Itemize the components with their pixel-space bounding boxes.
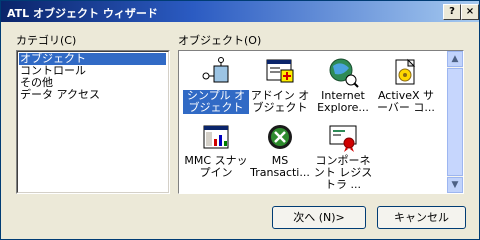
object-activex-server[interactable]: ActiveX サーバー コ... bbox=[373, 56, 439, 114]
atl-object-wizard-window: ATL オブジェクト ウィザード ? × カテゴリ(C) オブジェクト コントロ… bbox=[0, 0, 480, 240]
object-name: MS Transacti... bbox=[250, 154, 310, 179]
help-button[interactable]: ? bbox=[443, 4, 461, 20]
scroll-up-button[interactable]: ▲ bbox=[447, 51, 463, 67]
category-listbox[interactable]: オブジェクト コントロール その他 データ アクセス bbox=[16, 50, 170, 194]
object-simple[interactable]: シンプル オブジェクト bbox=[183, 56, 249, 114]
object-list[interactable]: シンプル オブジェクト アドイン オブジェクト Internet Explore… bbox=[178, 50, 464, 194]
category-item-data-access[interactable]: データ アクセス bbox=[19, 89, 166, 101]
categories-label: カテゴリ(C) bbox=[16, 34, 77, 47]
chevron-down-icon: ▼ bbox=[451, 180, 459, 190]
scroll-down-button[interactable]: ▼ bbox=[447, 177, 463, 193]
activex-server-icon bbox=[390, 56, 422, 88]
component-registrar-icon bbox=[327, 121, 359, 153]
title-bar: ATL オブジェクト ウィザード ? × bbox=[1, 1, 479, 22]
object-mmc-snapin[interactable]: MMC スナップイン bbox=[183, 121, 249, 179]
mmc-snapin-icon bbox=[200, 121, 232, 153]
object-component-registrar[interactable]: コンポーネント レジストラ ... bbox=[310, 121, 376, 191]
object-name: Internet Explore... bbox=[317, 89, 369, 114]
object-name: コンポーネント レジストラ ... bbox=[313, 154, 373, 191]
object-name: MMC スナップイン bbox=[184, 154, 248, 179]
simple-object-icon bbox=[200, 56, 232, 88]
object-name: ActiveX サーバー コ... bbox=[377, 89, 435, 114]
object-ms-transaction[interactable]: MS Transacti... bbox=[247, 121, 313, 179]
vertical-scrollbar[interactable]: ▲ ▼ bbox=[447, 51, 463, 193]
objects-label: オブジェクト(O) bbox=[178, 34, 262, 47]
addin-object-icon bbox=[264, 56, 296, 88]
scroll-thumb[interactable] bbox=[447, 68, 463, 176]
close-button[interactable]: × bbox=[461, 4, 479, 20]
ms-transaction-icon bbox=[264, 121, 296, 153]
object-name: シンプル オブジェクト bbox=[183, 90, 249, 114]
close-icon: × bbox=[465, 6, 475, 17]
cancel-button[interactable]: キャンセル bbox=[377, 206, 466, 229]
chevron-up-icon: ▲ bbox=[451, 54, 459, 64]
window-title: ATL オブジェクト ウィザード bbox=[7, 7, 158, 20]
object-addin[interactable]: アドイン オブジェクト bbox=[247, 56, 313, 114]
next-button[interactable]: 次へ (N)> bbox=[272, 206, 366, 229]
object-internet-explorer[interactable]: Internet Explore... bbox=[310, 56, 376, 114]
object-name: アドイン オブジェクト bbox=[250, 89, 310, 114]
help-icon: ? bbox=[449, 6, 455, 17]
internet-explorer-icon bbox=[327, 56, 359, 88]
